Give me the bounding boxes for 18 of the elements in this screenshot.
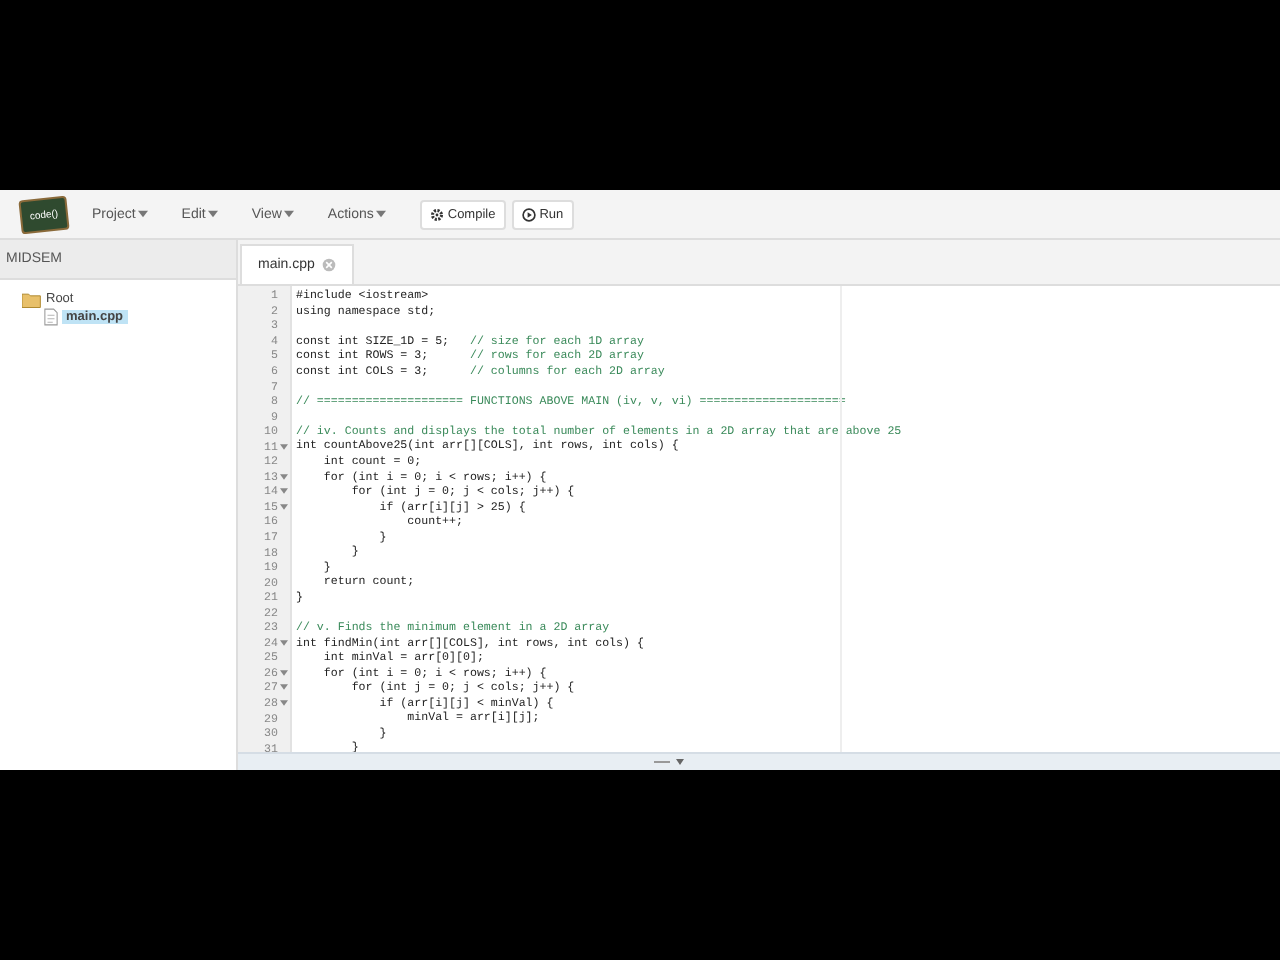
fold-arrow-icon[interactable] <box>280 443 288 450</box>
fold-arrow-icon[interactable] <box>280 700 288 707</box>
close-icon <box>322 258 337 272</box>
fold-arrow-icon[interactable] <box>280 669 288 676</box>
folder-icon <box>22 291 42 307</box>
play-circle-icon <box>521 207 536 221</box>
fold-arrow-icon[interactable] <box>280 503 288 510</box>
caret-icon <box>207 210 218 218</box>
caret-icon <box>375 210 386 218</box>
gear-icon <box>429 207 444 221</box>
resize-handle-icon[interactable] <box>653 758 685 766</box>
file-icon <box>44 308 58 326</box>
fold-arrow-icon[interactable] <box>280 488 288 495</box>
fold-arrow-icon[interactable] <box>280 639 288 646</box>
fold-arrow-icon[interactable] <box>280 473 288 480</box>
caret-icon <box>137 210 148 218</box>
caret-icon <box>283 210 294 218</box>
fold-arrow-icon[interactable] <box>280 684 288 691</box>
